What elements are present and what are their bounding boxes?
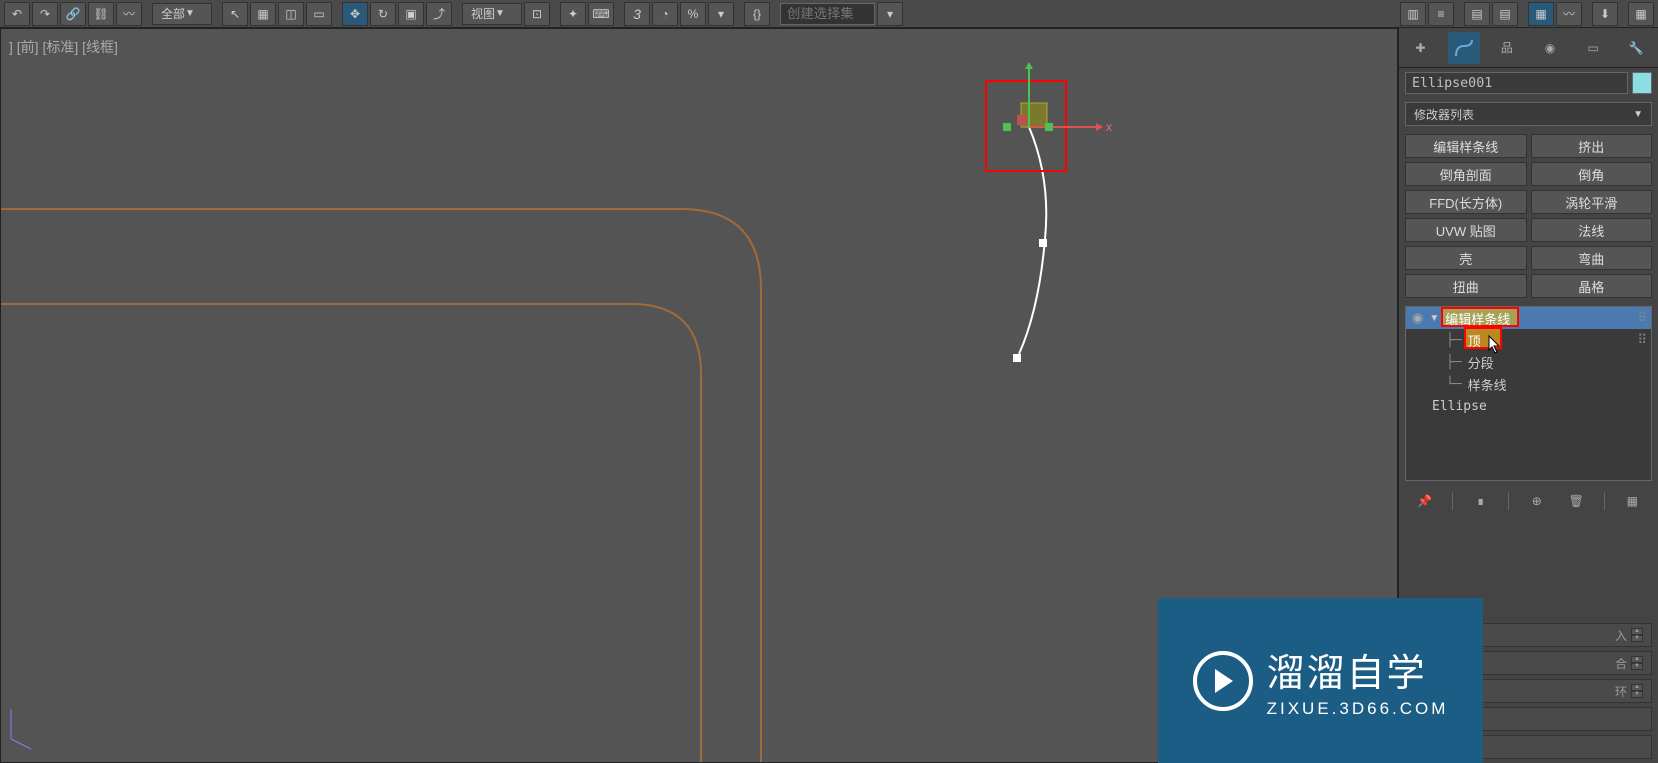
configure-sets-button[interactable]: ▦ (1620, 489, 1644, 513)
keyboard-shortcuts-button[interactable]: ⌨ (588, 2, 614, 26)
modifier-extrude-button[interactable]: 挤出 (1531, 134, 1653, 158)
command-panel-tabs: ✚ 品 ◉ ▭ 🔧 (1399, 28, 1658, 68)
ref-coord-label: 视图 (471, 5, 495, 22)
mirror-button[interactable]: ▥ (1400, 2, 1426, 26)
create-tab[interactable]: ✚ (1405, 32, 1437, 64)
stack-sub-vertex[interactable]: ├─ 顶 ⠿ (1406, 329, 1651, 351)
select-object-button[interactable]: ↖ (222, 2, 248, 26)
object-name-input[interactable] (1405, 72, 1628, 94)
redo-button[interactable]: ↷ (32, 2, 58, 26)
align-button[interactable]: ≡ (1428, 2, 1454, 26)
modifier-stack: ◉ ▼ 编辑样条线 ⠿ ├─ 顶 ⠿ ├─ 分段 (1405, 306, 1652, 481)
modifier-bevel-profile-button[interactable]: 倒角剖面 (1405, 162, 1527, 186)
snap-2d-button[interactable]: 3 (624, 2, 650, 26)
object-color-swatch[interactable] (1632, 72, 1652, 94)
utilities-tab[interactable]: 🔧 (1620, 32, 1652, 64)
vertex-handle-right[interactable] (1045, 123, 1053, 131)
modifier-normal-button[interactable]: 法线 (1531, 218, 1653, 242)
undo-button[interactable]: ↶ (4, 2, 30, 26)
show-end-result-button[interactable]: ∎ (1469, 489, 1493, 513)
modifier-buttons-grid: 编辑样条线 挤出 倒角剖面 倒角 FFD(长方体) 涡轮平滑 UVW 贴图 法线… (1399, 130, 1658, 302)
window-crossing-button[interactable]: ▭ (306, 2, 332, 26)
select-rotate-button[interactable]: ↻ (370, 2, 396, 26)
select-region-button[interactable]: ◫ (278, 2, 304, 26)
modifier-bend-button[interactable]: 弯曲 (1531, 246, 1653, 270)
make-unique-button[interactable]: ⊕ (1525, 489, 1549, 513)
bind-button[interactable]: 〰 (116, 2, 142, 26)
modifier-ffd-button[interactable]: FFD(长方体) (1405, 190, 1527, 214)
material-editor-button[interactable]: ⬇ (1592, 2, 1618, 26)
hierarchy-tab[interactable]: 品 (1491, 32, 1523, 64)
ref-coord-dropdown[interactable]: 视图 ▼ (462, 3, 522, 25)
curve-editor2-button[interactable]: 〰 (1556, 2, 1582, 26)
link-button[interactable]: 🔗 (60, 2, 86, 26)
curve-editor-button[interactable]: {} (744, 2, 770, 26)
vertex-marker-1[interactable] (1039, 239, 1047, 247)
world-axis-indicator (11, 709, 31, 749)
watermark-url: ZIXUE.3D66.COM (1267, 699, 1449, 719)
selection-filter-dropdown[interactable]: 全部 ▼ (152, 3, 212, 25)
vertex-selected[interactable] (1017, 115, 1027, 125)
vertex-marker-2[interactable] (1013, 354, 1021, 362)
modifier-edit-spline-button[interactable]: 编辑样条线 (1405, 134, 1527, 158)
shape-inner (1, 304, 701, 762)
watermark-overlay: 溜溜自学 ZIXUE.3D66.COM (1158, 598, 1483, 763)
spinner-snap-button[interactable]: ▾ (708, 2, 734, 26)
remove-modifier-button[interactable]: 🗑 (1564, 489, 1588, 513)
selection-set-input[interactable] (780, 3, 875, 25)
manipulate-button[interactable]: ✦ (560, 2, 586, 26)
modifier-shell-button[interactable]: 壳 (1405, 246, 1527, 270)
gizmo-x-label: x (1106, 120, 1112, 134)
shape-outer (1, 209, 761, 762)
modifier-twist-button[interactable]: 扭曲 (1405, 274, 1527, 298)
stack-item-editspline[interactable]: ◉ ▼ 编辑样条线 ⠿ (1406, 307, 1651, 329)
modify-tab[interactable] (1448, 32, 1480, 64)
motion-tab[interactable]: ◉ (1534, 32, 1566, 64)
modifier-turbosmooth-button[interactable]: 涡轮平滑 (1531, 190, 1653, 214)
watermark-title: 溜溜自学 (1267, 642, 1449, 697)
unlink-button[interactable]: ⛓ (88, 2, 114, 26)
select-by-name-button[interactable]: ▦ (250, 2, 276, 26)
modifier-bevel-button[interactable]: 倒角 (1531, 162, 1653, 186)
select-place-button[interactable]: ⤴ (426, 2, 452, 26)
pivot-center-button[interactable]: ⊡ (524, 2, 550, 26)
layer-explorer-button[interactable]: ▤ (1492, 2, 1518, 26)
vertex-handle-left[interactable] (1003, 123, 1011, 131)
angle-snap-button[interactable]: ◔ (652, 2, 678, 26)
stack-item-base[interactable]: Ellipse (1406, 395, 1651, 417)
stack-options-icon[interactable]: ⠿ (1637, 332, 1647, 348)
stack-options-icon[interactable]: ⠿ (1637, 310, 1647, 326)
modifier-uvw-button[interactable]: UVW 贴图 (1405, 218, 1527, 242)
chevron-down-icon: ▼ (1633, 109, 1643, 120)
modifier-lattice-button[interactable]: 晶格 (1531, 274, 1653, 298)
modifier-list-label: 修改器列表 (1414, 106, 1474, 123)
percent-snap-button[interactable]: % (680, 2, 706, 26)
select-move-button[interactable]: ✥ (342, 2, 368, 26)
stack-sub-spline[interactable]: └─ 样条线 (1406, 373, 1651, 395)
selection-set-dropdown-button[interactable]: ▾ (877, 2, 903, 26)
main-toolbar: ↶ ↷ 🔗 ⛓ 〰 全部 ▼ ↖ ▦ ◫ ▭ ✥ ↻ ▣ ⤴ 视图 ▼ ⊡ ✦ … (0, 0, 1658, 28)
modifier-list-dropdown[interactable]: 修改器列表 ▼ (1405, 102, 1652, 126)
play-icon (1193, 651, 1253, 711)
scene-explorer-button[interactable]: ▤ (1464, 2, 1490, 26)
eye-icon: ◉ (1412, 310, 1423, 326)
display-tab[interactable]: ▭ (1577, 32, 1609, 64)
move-gizmo[interactable]: x (986, 62, 1112, 171)
render-setup-button[interactable]: ▦ (1628, 2, 1654, 26)
toggle-ribbon-button[interactable]: ▦ (1528, 2, 1554, 26)
select-scale-button[interactable]: ▣ (398, 2, 424, 26)
stack-sub-segment[interactable]: ├─ 分段 (1406, 351, 1651, 373)
stack-toolbar: 📌 ∎ ⊕ 🗑 ▦ (1399, 485, 1658, 517)
expand-icon[interactable]: ▼ (1429, 313, 1439, 324)
selection-filter-label: 全部 (161, 5, 185, 22)
pin-stack-button[interactable]: 📌 (1413, 489, 1437, 513)
